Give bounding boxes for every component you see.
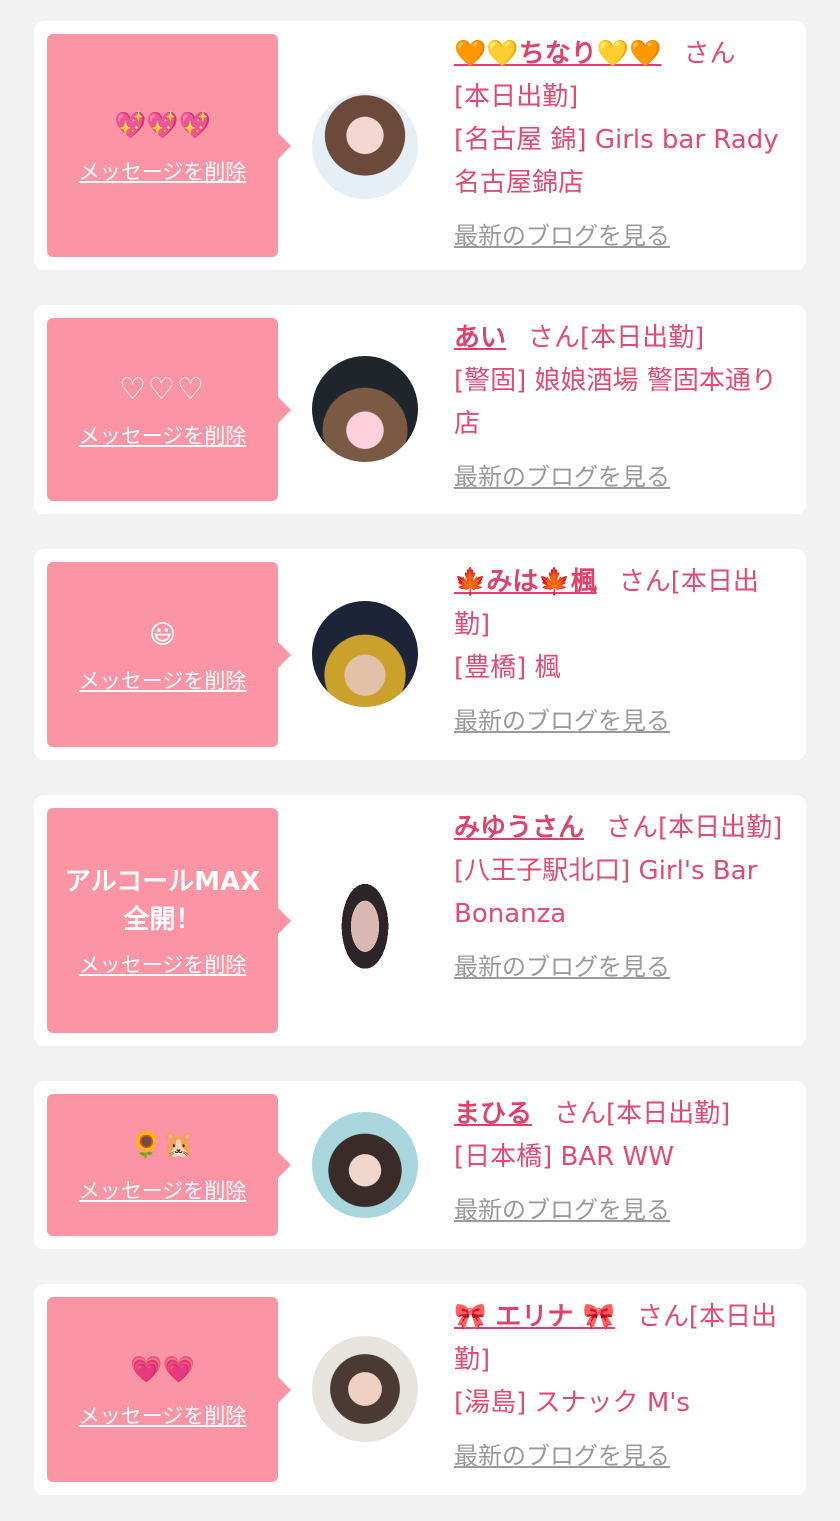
favorite-card: ♡♡♡ メッセージを削除 あい さん[本日出勤] [警固] 娘娘酒場 警固本通り店… bbox=[34, 305, 806, 514]
shop-text: [日本橋] BAR WW bbox=[454, 1142, 674, 1172]
shop-text: [名古屋 錦] Girls bar Rady 名古屋錦店 bbox=[454, 125, 779, 198]
favorite-card: アルコールMAX全開！ メッセージを削除 みゆうさん さん[本日出勤] [八王子駅… bbox=[34, 795, 806, 1046]
name-suffix: さん[本日出勤] bbox=[528, 323, 705, 353]
message-bubble: 😃 メッセージを削除 bbox=[47, 562, 291, 747]
latest-blog-link[interactable]: 最新のブログを見る bbox=[454, 700, 670, 743]
message-text: 😃 bbox=[148, 619, 177, 650]
shop-text: [警固] 娘娘酒場 警固本通り店 bbox=[454, 366, 777, 439]
avatar[interactable] bbox=[312, 93, 418, 199]
message-text: 🌻🐹 bbox=[130, 1130, 195, 1160]
cast-name-link[interactable]: 🧡💛ちなり💛🧡 bbox=[454, 39, 662, 69]
delete-message-link[interactable]: メッセージを削除 bbox=[79, 665, 247, 695]
cast-name-link[interactable]: あい bbox=[454, 323, 506, 353]
shop-text: [湯島] スナック M's bbox=[454, 1388, 690, 1418]
message-bubble: アルコールMAX全開！ メッセージを削除 bbox=[47, 808, 291, 1033]
avatar[interactable] bbox=[312, 356, 418, 462]
favorite-card: 💖💖💖 メッセージを削除 🧡💛ちなり💛🧡 さん [本日出勤] [名古屋 錦] Gi… bbox=[34, 21, 806, 270]
shop-text: [豊橋] 楓 bbox=[454, 653, 561, 683]
latest-blog-link[interactable]: 最新のブログを見る bbox=[454, 1189, 670, 1232]
cast-name-link[interactable]: 🍁みは🍁楓 bbox=[454, 567, 597, 597]
cast-name-link[interactable]: まひる bbox=[454, 1099, 532, 1129]
favorite-card: 🌻🐹 メッセージを削除 まひる さん[本日出勤] [日本橋] BAR WW 最新の… bbox=[34, 1081, 806, 1249]
cast-name-link[interactable]: みゆうさん bbox=[454, 813, 584, 843]
message-text: ♡♡♡ bbox=[119, 371, 206, 407]
latest-blog-link[interactable]: 最新のブログを見る bbox=[454, 215, 670, 258]
message-bubble: 🌻🐹 メッセージを削除 bbox=[47, 1094, 291, 1236]
status-text: [本日出勤] bbox=[454, 82, 579, 112]
latest-blog-link[interactable]: 最新のブログを見る bbox=[454, 946, 670, 989]
avatar[interactable] bbox=[312, 1336, 418, 1442]
delete-message-link[interactable]: メッセージを削除 bbox=[79, 949, 247, 979]
avatar[interactable] bbox=[312, 868, 418, 974]
message-bubble: ♡♡♡ メッセージを削除 bbox=[47, 318, 291, 501]
latest-blog-link[interactable]: 最新のブログを見る bbox=[454, 456, 670, 499]
favorite-card: 💗💗 メッセージを削除 🎀 エリナ 🎀 さん[本日出勤] [湯島] スナック M'… bbox=[34, 1284, 806, 1495]
message-text: 💗💗 bbox=[130, 1354, 195, 1385]
message-text: 💖💖💖 bbox=[113, 110, 212, 141]
delete-message-link[interactable]: メッセージを削除 bbox=[79, 1400, 247, 1430]
name-suffix: さん[本日出勤] bbox=[554, 1099, 731, 1129]
cast-name-link[interactable]: 🎀 エリナ 🎀 bbox=[454, 1302, 615, 1332]
name-suffix: さん bbox=[683, 39, 736, 69]
message-bubble: 💗💗 メッセージを削除 bbox=[47, 1297, 291, 1482]
delete-message-link[interactable]: メッセージを削除 bbox=[79, 1175, 247, 1205]
delete-message-link[interactable]: メッセージを削除 bbox=[79, 420, 247, 450]
latest-blog-link[interactable]: 最新のブログを見る bbox=[454, 1435, 670, 1478]
message-text: アルコールMAX全開！ bbox=[64, 866, 261, 935]
shop-text: [八王子駅北口] Girl's Bar Bonanza bbox=[454, 856, 758, 929]
message-bubble: 💖💖💖 メッセージを削除 bbox=[47, 34, 291, 257]
name-suffix: さん[本日出勤] bbox=[606, 813, 783, 843]
favorite-card: 😃 メッセージを削除 🍁みは🍁楓 さん[本日出勤] [豊橋] 楓 最新のブログを見… bbox=[34, 549, 806, 760]
delete-message-link[interactable]: メッセージを削除 bbox=[79, 156, 247, 186]
avatar[interactable] bbox=[312, 601, 418, 707]
avatar[interactable] bbox=[312, 1112, 418, 1218]
